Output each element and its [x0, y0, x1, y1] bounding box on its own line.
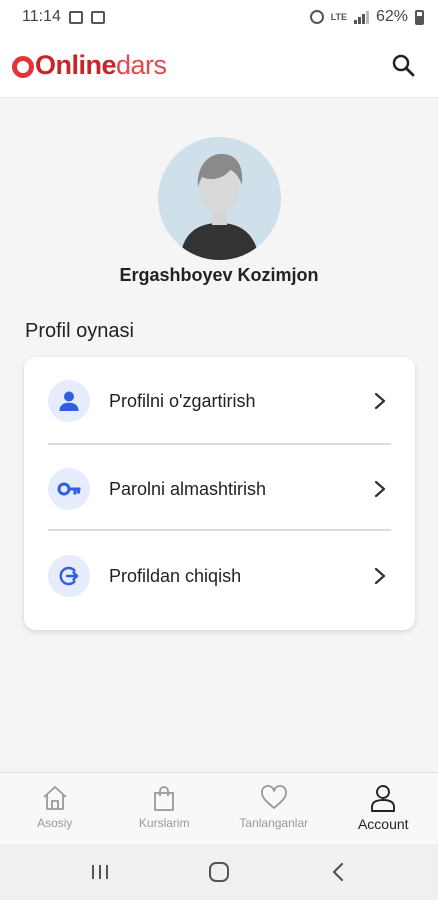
- nav-home[interactable]: Asosiy: [0, 773, 110, 844]
- recent-apps-icon: [91, 865, 108, 879]
- back-button[interactable]: [318, 852, 358, 892]
- logout-icon-wrap: [48, 555, 90, 597]
- key-icon-wrap: [48, 468, 90, 510]
- app-logo[interactable]: Online dars: [12, 50, 167, 81]
- key-icon: [57, 482, 81, 496]
- lte-icon: LTE: [330, 12, 347, 22]
- alarm-icon: [309, 10, 324, 24]
- logo-text-dars: dars: [116, 50, 167, 80]
- logo-text-online: Online: [35, 50, 117, 80]
- nav-courses[interactable]: Kurslarim: [110, 773, 220, 844]
- nav-courses-label: Kurslarim: [138, 816, 190, 830]
- logout-label: Profildan chiqish: [109, 565, 242, 586]
- app-bar: Online dars: [0, 34, 438, 98]
- logout-item[interactable]: Profildan chiqish: [24, 532, 415, 620]
- account-icon: [371, 785, 396, 812]
- divider: [48, 529, 391, 531]
- nav-favorites[interactable]: Tanlanganlar: [219, 773, 329, 844]
- home-icon: [43, 786, 67, 810]
- edit-profile-item[interactable]: Profilni o'zgartirish: [24, 357, 415, 445]
- image-icon: [68, 10, 83, 24]
- search-button[interactable]: [390, 52, 418, 80]
- logo-mark-icon: [12, 55, 34, 78]
- nav-account-label: Account: [357, 816, 409, 832]
- avatar[interactable]: [158, 137, 281, 260]
- chevron-right-icon: [374, 567, 386, 585]
- nav-home-label: Asosiy: [37, 816, 73, 830]
- edit-profile-label: Profilni o'zgartirish: [109, 390, 256, 411]
- recent-apps-button[interactable]: [80, 852, 120, 892]
- status-bar: 11:14 LTE 62%: [0, 0, 438, 34]
- status-time: 11:14: [22, 8, 61, 25]
- back-icon: [333, 862, 344, 882]
- bag-icon: [154, 786, 175, 811]
- person-icon: [59, 391, 79, 411]
- bottom-nav: Asosiy Kurslarim Tanlanganlar Account: [0, 772, 438, 844]
- change-password-label: Parolni almashtirish: [109, 478, 267, 499]
- user-avatar-icon: [180, 153, 259, 260]
- home-square-icon: [208, 862, 229, 882]
- nav-favorites-label: Tanlanganlar: [239, 816, 309, 830]
- battery-percent: 62%: [375, 8, 408, 25]
- battery-icon: [415, 9, 424, 25]
- system-nav-bar: [0, 844, 438, 900]
- user-name: Ergashboyev Kozimjon: [119, 265, 319, 285]
- nav-account[interactable]: Account: [329, 773, 438, 844]
- signal-icon: [353, 10, 369, 24]
- message-icon: [90, 10, 105, 24]
- search-icon: [392, 54, 415, 76]
- section-title: Profil oynasi: [25, 320, 134, 342]
- change-password-item[interactable]: Parolni almashtirish: [24, 445, 415, 533]
- profile-menu-card: Profilni o'zgartirish Parolni almashtiri…: [24, 357, 415, 630]
- logout-icon: [59, 566, 79, 586]
- chevron-right-icon: [374, 480, 386, 498]
- home-system-button[interactable]: [199, 852, 239, 892]
- heart-icon: [260, 785, 287, 809]
- chevron-right-icon: [374, 392, 386, 410]
- person-icon-wrap: [48, 380, 90, 422]
